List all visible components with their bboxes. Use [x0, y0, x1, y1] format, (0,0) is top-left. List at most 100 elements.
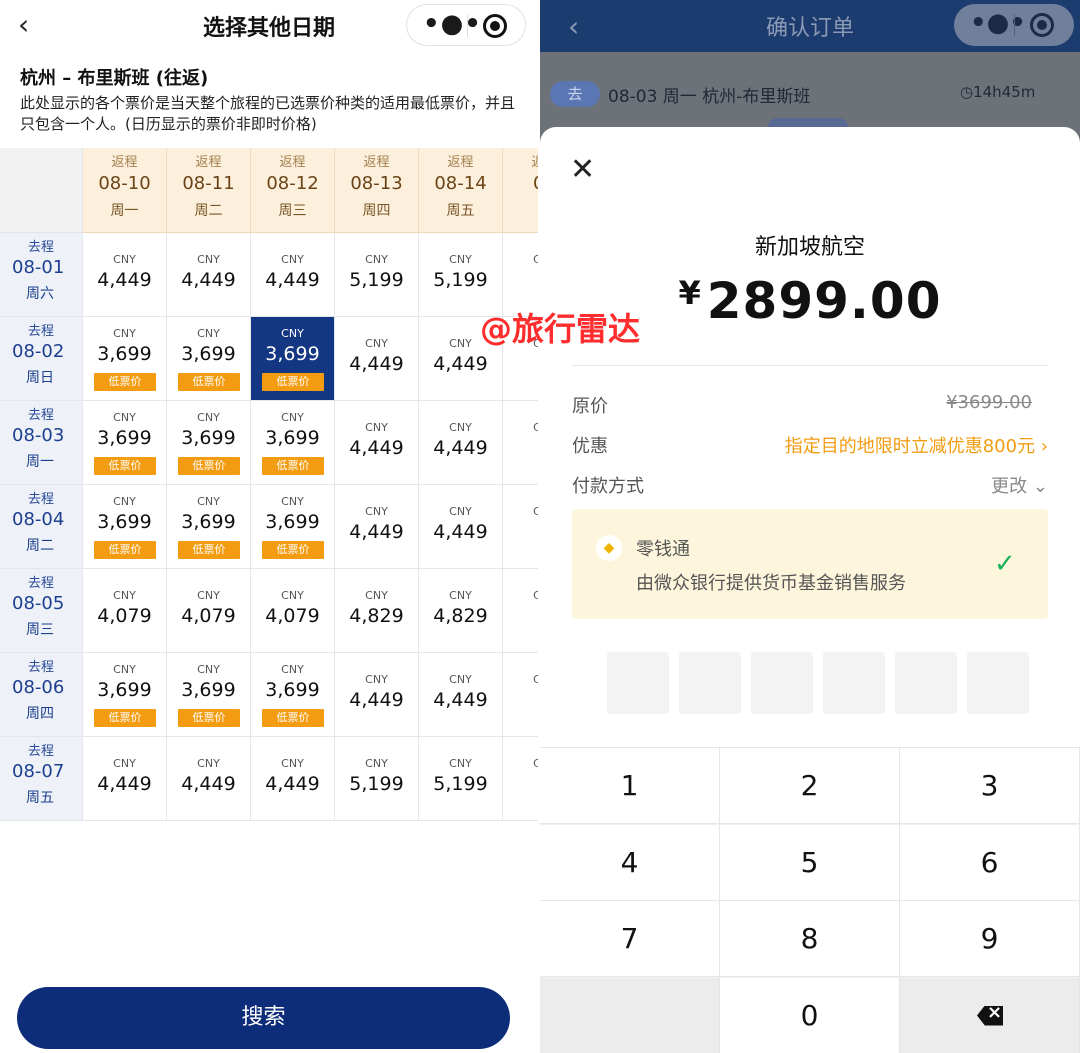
fare-price: 3,699	[97, 427, 152, 449]
fare-cell[interactable]: CNY 4,449	[335, 401, 419, 485]
fare-cell[interactable]: CNY 4,079	[83, 569, 167, 653]
fare-cell[interactable]: CNY 5,199	[335, 737, 419, 821]
fare-cell[interactable]: CNY 4,449	[419, 653, 503, 737]
keypad-digit-3[interactable]: 3	[900, 748, 1080, 824]
fare-cell[interactable]: CNY 4	[503, 653, 538, 737]
fare-cell[interactable]: CNY 4,449	[83, 737, 167, 821]
fare-cell[interactable]: CNY 4,449	[167, 737, 251, 821]
capsule-divider	[467, 15, 468, 37]
keypad-digit-1[interactable]: 1	[540, 748, 720, 824]
keypad-digit-4[interactable]: 4	[540, 824, 720, 901]
low-fare-badge: 低票价	[94, 709, 156, 727]
fare-cell[interactable]: CNY 3,699 低票价	[83, 653, 167, 737]
currency-label: CNY	[281, 757, 304, 770]
fare-cell[interactable]: CNY 4,449	[83, 233, 167, 317]
fare-cell[interactable]: CNY 3,699 低票价	[83, 317, 167, 401]
currency-label: CNY	[197, 411, 220, 424]
wallet-option[interactable]: ◆ 零钱通 由微众银行提供货币基金销售服务 ✓	[572, 509, 1048, 619]
fare-cell[interactable]: CNY 3,699 低票价	[167, 317, 251, 401]
fare-cell[interactable]: CNY 3,699 低票价	[167, 401, 251, 485]
depart-date: 08-06	[12, 677, 65, 698]
fare-cell[interactable]: CNY 4,079	[251, 569, 335, 653]
fare-cell[interactable]: CNY 3,699 低票价	[83, 485, 167, 569]
capsule-divider	[1014, 14, 1015, 36]
keypad-digit-5[interactable]: 5	[720, 824, 900, 901]
fare-price: 5	[503, 269, 538, 291]
fare-cell[interactable]: CNY 5,199	[335, 233, 419, 317]
depart-weekday: 周一	[26, 454, 54, 470]
fare-price: 3,699	[97, 511, 152, 533]
fare-cell[interactable]: CNY 4,449	[419, 401, 503, 485]
discount-link[interactable]: 指定目的地限时立减优惠800元 ›	[785, 432, 1048, 458]
keypad-digit-2[interactable]: 2	[720, 748, 900, 824]
fare-cell[interactable]: CNY 4	[503, 485, 538, 569]
currency-label: CNY	[197, 757, 220, 770]
fare-cell[interactable]: CNY 3,699 低票价	[167, 485, 251, 569]
fare-cell[interactable]: CNY 4,449	[167, 233, 251, 317]
currency-label: CNY	[113, 411, 136, 424]
fare-cell[interactable]: CNY 4,449	[251, 233, 335, 317]
keypad-digit-9[interactable]: 9	[900, 901, 1080, 977]
depart-date-header: 去程 08-02 周日	[0, 317, 83, 401]
currency-label: CNY	[449, 589, 472, 602]
low-fare-badge: 低票价	[94, 541, 156, 559]
route-title: 杭州 – 布里斯班 (往返)	[20, 68, 209, 89]
fare-cell[interactable]: CNY 3,699 低票价	[251, 317, 335, 401]
more-dots-icon[interactable]: •●•	[423, 9, 482, 39]
currency-label: CNY	[281, 663, 304, 676]
close-target-icon[interactable]	[483, 14, 507, 38]
currency-label: CNY	[281, 253, 304, 266]
keypad-delete-button[interactable]	[900, 977, 1080, 1053]
change-payment-button[interactable]: 更改 ⌄	[991, 472, 1048, 498]
search-button[interactable]: 搜索	[17, 987, 510, 1049]
depart-weekday: 周五	[26, 790, 54, 806]
return-label: 返程	[279, 155, 306, 170]
fare-cell[interactable]: CNY 4,829	[335, 569, 419, 653]
fare-price: 4,449	[97, 269, 152, 291]
fare-cell[interactable]: CNY 4,449	[335, 317, 419, 401]
fare-price: 4,449	[349, 521, 404, 543]
fare-price: 3,699	[265, 511, 320, 533]
fare-cell[interactable]: CNY 4,449	[335, 485, 419, 569]
currency-label: CNY	[449, 505, 472, 518]
keypad-digit-7[interactable]: 7	[540, 901, 720, 977]
close-target-icon[interactable]	[1030, 13, 1054, 37]
fare-cell[interactable]: CNY 4	[503, 569, 538, 653]
fare-cell[interactable]: CNY 3,699 低票价	[251, 485, 335, 569]
return-weekday: 周三	[278, 203, 307, 219]
fare-cell[interactable]: CNY 4,079	[167, 569, 251, 653]
keypad-digit-0[interactable]: 0	[720, 977, 900, 1053]
numeric-keypad: 123 456 7890	[540, 747, 1080, 1053]
fare-cell[interactable]: CNY 4,449	[335, 653, 419, 737]
fare-cell[interactable]: CNY 4	[503, 401, 538, 485]
fare-cell[interactable]: CNY 3,699 低票价	[251, 653, 335, 737]
fare-cell[interactable]: CNY 3,699 低票价	[83, 401, 167, 485]
keypad-digit-6[interactable]: 6	[900, 824, 1080, 901]
original-price-value: ¥3699.00	[946, 392, 1032, 413]
fare-price: 4,449	[181, 269, 236, 291]
fare-cell[interactable]: CNY 4,449	[419, 485, 503, 569]
depart-date-header: 去程 08-06 周四	[0, 653, 83, 737]
return-weekday: 周	[503, 200, 539, 220]
currency-label: CNY	[449, 421, 472, 434]
date-picker-panel: ‹ 选择其他日期 •●• 杭州 – 布里斯班 (往返) 此处显示的各个票价是当天…	[0, 0, 538, 1053]
currency-label: CNY	[113, 253, 136, 266]
fare-cell[interactable]: CNY 4,449	[251, 737, 335, 821]
currency-label: CNY	[365, 589, 388, 602]
depart-date: 08-03	[12, 425, 65, 446]
diamond-icon: ◆	[596, 535, 622, 561]
close-icon[interactable]: ✕	[570, 155, 595, 185]
fare-cell[interactable]: CNY 3,699 低票价	[167, 653, 251, 737]
fare-cell[interactable]: CNY 4,829	[419, 569, 503, 653]
fare-price: 3,699	[181, 343, 236, 365]
return-date-header: 返程 08 周	[503, 148, 538, 233]
fare-cell[interactable]: CNY 3,699 低票价	[251, 401, 335, 485]
fare-cell[interactable]: CNY 5,199	[419, 737, 503, 821]
fare-cell[interactable]: CNY 5	[503, 737, 538, 821]
more-dots-icon[interactable]: •●•	[970, 8, 1026, 38]
depart-weekday: 周三	[26, 622, 54, 638]
fare-price: 3,699	[181, 679, 236, 701]
currency-label: CNY	[365, 253, 388, 266]
keypad-digit-8[interactable]: 8	[720, 901, 900, 977]
fare-price: 3,699	[181, 427, 236, 449]
